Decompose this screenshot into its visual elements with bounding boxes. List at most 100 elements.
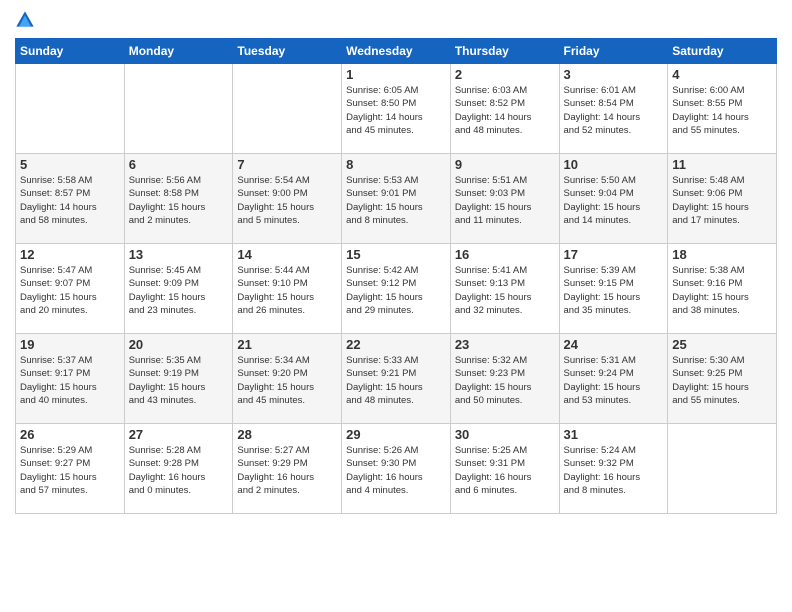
day-number: 1	[346, 67, 446, 82]
day-info: Sunrise: 5:29 AM Sunset: 9:27 PM Dayligh…	[20, 444, 120, 497]
day-number: 4	[672, 67, 772, 82]
page-header	[15, 10, 777, 30]
day-number: 16	[455, 247, 555, 262]
day-info: Sunrise: 5:25 AM Sunset: 9:31 PM Dayligh…	[455, 444, 555, 497]
calendar-cell	[16, 64, 125, 154]
day-number: 26	[20, 427, 120, 442]
calendar-cell: 24 Sunrise: 5:31 AM Sunset: 9:24 PM Dayli…	[559, 334, 668, 424]
calendar-cell: 23 Sunrise: 5:32 AM Sunset: 9:23 PM Dayli…	[450, 334, 559, 424]
day-number: 19	[20, 337, 120, 352]
calendar-cell: 16 Sunrise: 5:41 AM Sunset: 9:13 PM Dayli…	[450, 244, 559, 334]
calendar-cell: 10 Sunrise: 5:50 AM Sunset: 9:04 PM Dayli…	[559, 154, 668, 244]
day-number: 5	[20, 157, 120, 172]
weekday-header: Sunday	[16, 39, 125, 64]
calendar-week-row: 5 Sunrise: 5:58 AM Sunset: 8:57 PM Daylig…	[16, 154, 777, 244]
day-number: 3	[564, 67, 664, 82]
day-info: Sunrise: 5:47 AM Sunset: 9:07 PM Dayligh…	[20, 264, 120, 317]
day-number: 27	[129, 427, 229, 442]
calendar-cell: 4 Sunrise: 6:00 AM Sunset: 8:55 PM Daylig…	[668, 64, 777, 154]
calendar-cell: 20Sunrise: 5:35 AM Sunset: 9:19 PM Dayli…	[124, 334, 233, 424]
calendar-cell	[233, 64, 342, 154]
day-number: 10	[564, 157, 664, 172]
calendar-cell: 28Sunrise: 5:27 AM Sunset: 9:29 PM Dayli…	[233, 424, 342, 514]
day-info: Sunrise: 5:58 AM Sunset: 8:57 PM Dayligh…	[20, 174, 120, 227]
day-info: Sunrise: 5:31 AM Sunset: 9:24 PM Dayligh…	[564, 354, 664, 407]
day-info: Sunrise: 5:45 AM Sunset: 9:09 PM Dayligh…	[129, 264, 229, 317]
calendar-week-row: 12 Sunrise: 5:47 AM Sunset: 9:07 PM Dayli…	[16, 244, 777, 334]
day-number: 29	[346, 427, 446, 442]
day-info: Sunrise: 6:03 AM Sunset: 8:52 PM Dayligh…	[455, 84, 555, 137]
calendar-table: SundayMondayTuesdayWednesdayThursdayFrid…	[15, 38, 777, 514]
calendar-cell: 13 Sunrise: 5:45 AM Sunset: 9:09 PM Dayli…	[124, 244, 233, 334]
day-number: 13	[129, 247, 229, 262]
day-info: Sunrise: 5:38 AM Sunset: 9:16 PM Dayligh…	[672, 264, 772, 317]
day-info: Sunrise: 5:34 AM Sunset: 9:20 PM Dayligh…	[237, 354, 337, 407]
day-info: Sunrise: 6:01 AM Sunset: 8:54 PM Dayligh…	[564, 84, 664, 137]
day-info: Sunrise: 5:44 AM Sunset: 9:10 PM Dayligh…	[237, 264, 337, 317]
day-info: Sunrise: 5:41 AM Sunset: 9:13 PM Dayligh…	[455, 264, 555, 317]
day-number: 12	[20, 247, 120, 262]
calendar-cell: 25 Sunrise: 5:30 AM Sunset: 9:25 PM Dayli…	[668, 334, 777, 424]
calendar-cell: 8Sunrise: 5:53 AM Sunset: 9:01 PM Daylig…	[342, 154, 451, 244]
day-number: 30	[455, 427, 555, 442]
day-info: Sunrise: 5:51 AM Sunset: 9:03 PM Dayligh…	[455, 174, 555, 227]
calendar-cell: 19 Sunrise: 5:37 AM Sunset: 9:17 PM Dayli…	[16, 334, 125, 424]
header-row: SundayMondayTuesdayWednesdayThursdayFrid…	[16, 39, 777, 64]
day-number: 17	[564, 247, 664, 262]
day-info: Sunrise: 5:37 AM Sunset: 9:17 PM Dayligh…	[20, 354, 120, 407]
day-info: Sunrise: 5:39 AM Sunset: 9:15 PM Dayligh…	[564, 264, 664, 317]
day-number: 23	[455, 337, 555, 352]
day-number: 20	[129, 337, 229, 352]
calendar-cell: 27 Sunrise: 5:28 AM Sunset: 9:28 PM Dayli…	[124, 424, 233, 514]
weekday-header: Thursday	[450, 39, 559, 64]
calendar-cell: 18Sunrise: 5:38 AM Sunset: 9:16 PM Dayli…	[668, 244, 777, 334]
day-number: 25	[672, 337, 772, 352]
day-info: Sunrise: 5:56 AM Sunset: 8:58 PM Dayligh…	[129, 174, 229, 227]
calendar-cell: 29 Sunrise: 5:26 AM Sunset: 9:30 PM Dayli…	[342, 424, 451, 514]
weekday-header: Saturday	[668, 39, 777, 64]
calendar-cell	[668, 424, 777, 514]
day-number: 22	[346, 337, 446, 352]
day-number: 11	[672, 157, 772, 172]
calendar-cell: 26 Sunrise: 5:29 AM Sunset: 9:27 PM Dayli…	[16, 424, 125, 514]
logo	[15, 10, 39, 30]
day-info: Sunrise: 5:26 AM Sunset: 9:30 PM Dayligh…	[346, 444, 446, 497]
day-number: 31	[564, 427, 664, 442]
calendar-cell: 12 Sunrise: 5:47 AM Sunset: 9:07 PM Dayli…	[16, 244, 125, 334]
day-number: 28	[237, 427, 337, 442]
day-info: Sunrise: 6:00 AM Sunset: 8:55 PM Dayligh…	[672, 84, 772, 137]
day-info: Sunrise: 5:28 AM Sunset: 9:28 PM Dayligh…	[129, 444, 229, 497]
day-info: Sunrise: 5:30 AM Sunset: 9:25 PM Dayligh…	[672, 354, 772, 407]
day-info: Sunrise: 5:32 AM Sunset: 9:23 PM Dayligh…	[455, 354, 555, 407]
day-info: Sunrise: 6:05 AM Sunset: 8:50 PM Dayligh…	[346, 84, 446, 137]
day-number: 15	[346, 247, 446, 262]
calendar-cell: 3 Sunrise: 6:01 AM Sunset: 8:54 PM Daylig…	[559, 64, 668, 154]
calendar-cell: 7Sunrise: 5:54 AM Sunset: 9:00 PM Daylig…	[233, 154, 342, 244]
day-info: Sunrise: 5:54 AM Sunset: 9:00 PM Dayligh…	[237, 174, 337, 227]
day-info: Sunrise: 5:50 AM Sunset: 9:04 PM Dayligh…	[564, 174, 664, 227]
logo-icon	[15, 10, 35, 30]
calendar-cell: 9Sunrise: 5:51 AM Sunset: 9:03 PM Daylig…	[450, 154, 559, 244]
calendar-cell: 1 Sunrise: 6:05 AM Sunset: 8:50 PM Daylig…	[342, 64, 451, 154]
calendar-cell: 30 Sunrise: 5:25 AM Sunset: 9:31 PM Dayli…	[450, 424, 559, 514]
calendar-week-row: 26 Sunrise: 5:29 AM Sunset: 9:27 PM Dayli…	[16, 424, 777, 514]
weekday-header: Wednesday	[342, 39, 451, 64]
calendar-cell: 17 Sunrise: 5:39 AM Sunset: 9:15 PM Dayli…	[559, 244, 668, 334]
day-number: 21	[237, 337, 337, 352]
day-number: 24	[564, 337, 664, 352]
calendar-cell: 14Sunrise: 5:44 AM Sunset: 9:10 PM Dayli…	[233, 244, 342, 334]
calendar-week-row: 1 Sunrise: 6:05 AM Sunset: 8:50 PM Daylig…	[16, 64, 777, 154]
day-info: Sunrise: 5:48 AM Sunset: 9:06 PM Dayligh…	[672, 174, 772, 227]
calendar-header: SundayMondayTuesdayWednesdayThursdayFrid…	[16, 39, 777, 64]
calendar-body: 1 Sunrise: 6:05 AM Sunset: 8:50 PM Daylig…	[16, 64, 777, 514]
weekday-header: Monday	[124, 39, 233, 64]
day-number: 2	[455, 67, 555, 82]
day-number: 6	[129, 157, 229, 172]
calendar-cell: 22Sunrise: 5:33 AM Sunset: 9:21 PM Dayli…	[342, 334, 451, 424]
calendar-cell: 5 Sunrise: 5:58 AM Sunset: 8:57 PM Daylig…	[16, 154, 125, 244]
calendar-cell: 21 Sunrise: 5:34 AM Sunset: 9:20 PM Dayli…	[233, 334, 342, 424]
calendar-week-row: 19 Sunrise: 5:37 AM Sunset: 9:17 PM Dayli…	[16, 334, 777, 424]
day-info: Sunrise: 5:53 AM Sunset: 9:01 PM Dayligh…	[346, 174, 446, 227]
calendar-cell: 31Sunrise: 5:24 AM Sunset: 9:32 PM Dayli…	[559, 424, 668, 514]
weekday-header: Friday	[559, 39, 668, 64]
